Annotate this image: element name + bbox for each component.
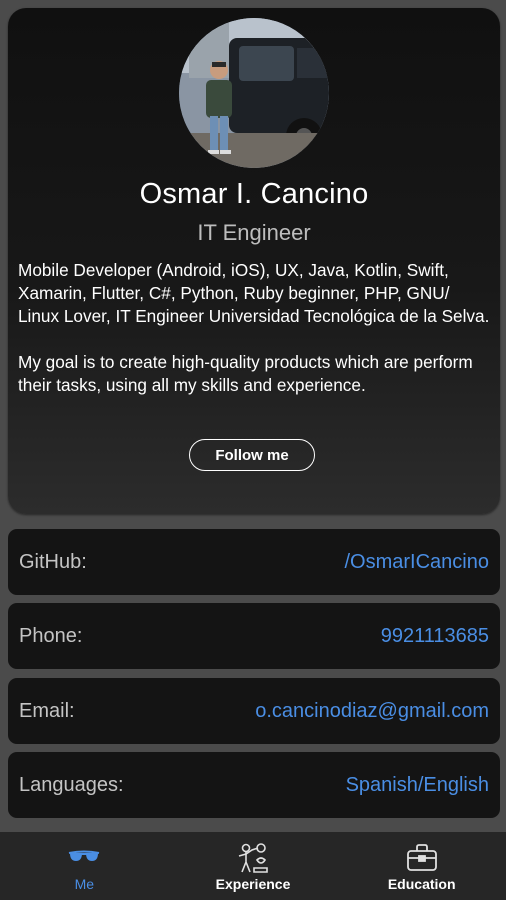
glasses-icon [67,842,101,874]
nav-item-education[interactable]: Education [337,832,506,900]
nav-item-experience[interactable]: Experience [169,832,338,900]
follow-me-button[interactable]: Follow me [189,439,315,471]
email-row: Email: o.cancinodiaz@gmail.com [8,678,500,744]
phone-label: Phone: [19,624,83,647]
briefcase-icon [405,842,439,874]
avatar-photo [179,18,329,168]
email-link[interactable]: o.cancinodiaz@gmail.com [255,700,489,723]
profile-name: Osmar I. Cancino [139,178,369,210]
nav-label-me: Me [74,876,95,892]
nav-label-experience: Experience [215,876,291,892]
bottom-navigation: Me Experience Education [0,832,506,900]
languages-value[interactable]: Spanish/English [346,774,489,797]
email-label: Email: [19,699,75,722]
phone-link[interactable]: 9921113685 [381,625,489,648]
nav-label-education: Education [387,876,456,892]
github-row: GitHub: /OsmarICancino [8,529,500,595]
weightlifter-icon [236,842,270,874]
phone-row: Phone: 9921113685 [8,603,500,669]
nav-item-me[interactable]: Me [0,832,169,900]
profile-bio: Mobile Developer (Android, iOS), UX, Jav… [18,260,490,395]
github-link[interactable]: /OsmarICancino [345,551,490,574]
languages-row: Languages: Spanish/English [8,752,500,818]
languages-label: Languages: [19,773,124,796]
profile-screen: Osmar I. Cancino IT Engineer Mobile Deve… [0,0,506,900]
avatar [179,18,329,168]
profile-role: IT Engineer [197,220,311,245]
github-label: GitHub: [19,550,87,573]
profile-card: Osmar I. Cancino IT Engineer Mobile Deve… [8,8,500,514]
